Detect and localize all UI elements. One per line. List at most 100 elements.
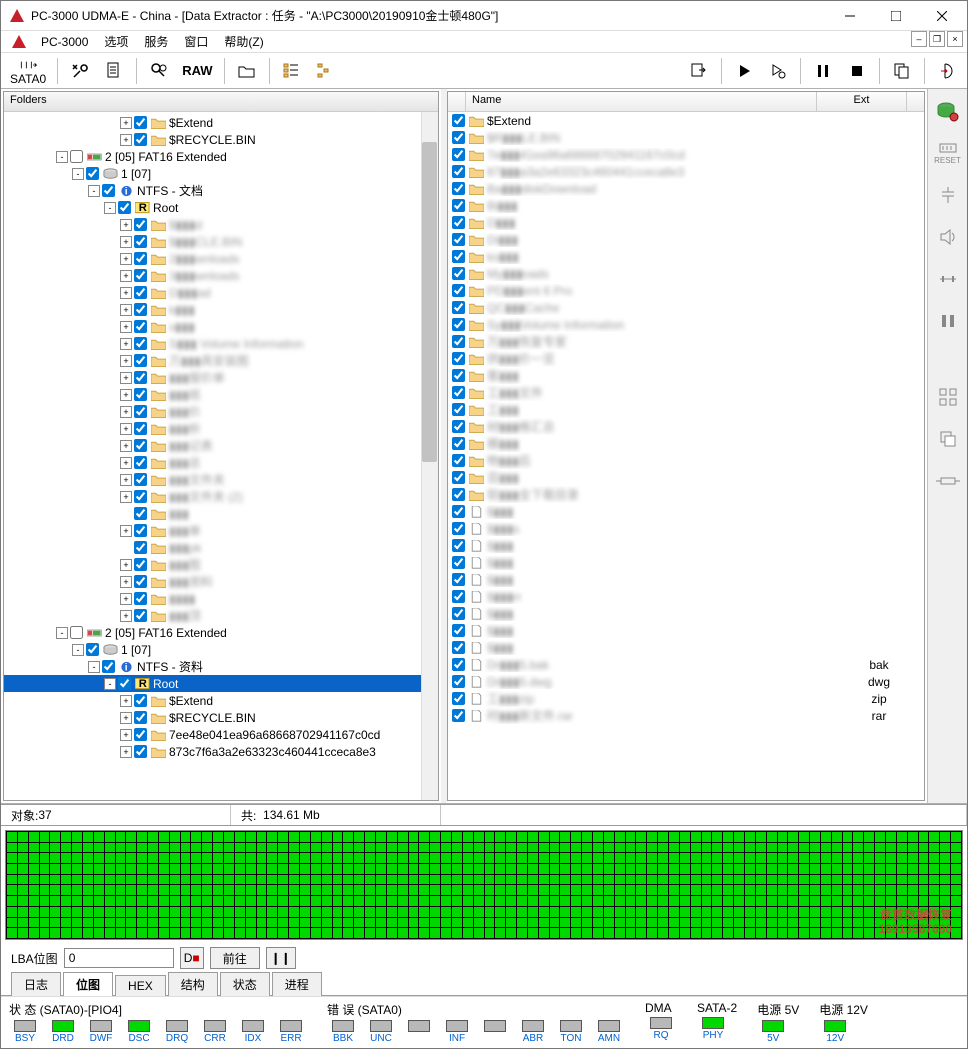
tree-row[interactable]: +873c7f6a3a2e63323c460441cceca8e3 (4, 743, 438, 760)
tree-row[interactable]: +$▮▮▮CLE.BIN (4, 233, 438, 250)
tree-toggle[interactable]: + (120, 134, 132, 146)
tree-checkbox[interactable] (134, 405, 147, 418)
tree-row[interactable]: -2 [05] FAT16 Extended (4, 624, 438, 641)
tree-row[interactable]: -2 [05] FAT16 Extended (4, 148, 438, 165)
export-button[interactable] (683, 56, 715, 86)
tree-row[interactable]: ▮▮▮ (4, 505, 438, 522)
tree-checkbox[interactable] (134, 490, 147, 503)
list-item[interactable]: $▮▮▮ (448, 554, 924, 571)
list-item[interactable]: 软▮▮▮全下载目录 (448, 486, 924, 503)
list-checkbox[interactable] (452, 199, 465, 212)
tree-row[interactable]: +$▮▮▮d (4, 216, 438, 233)
tree-checkbox[interactable] (134, 609, 147, 622)
list-checkbox[interactable] (452, 573, 465, 586)
list-item[interactable]: $R▮▮▮LE.BIN (448, 129, 924, 146)
tree-toggle[interactable]: + (120, 712, 132, 724)
list-item[interactable]: Dr▮▮▮5.bakbak (448, 656, 924, 673)
sata-port-button[interactable]: SATA0 (5, 56, 51, 86)
list-checkbox[interactable] (452, 488, 465, 501)
list-item[interactable]: Bi▮▮▮ (448, 197, 924, 214)
tree-row[interactable]: +▮▮▮文件夹 (4, 471, 438, 488)
list-item[interactable]: 客▮▮▮ (448, 367, 924, 384)
list-checkbox[interactable] (452, 658, 465, 671)
list-checkbox[interactable] (452, 522, 465, 535)
tree-checkbox[interactable] (134, 218, 147, 231)
tree-checkbox[interactable] (134, 745, 147, 758)
tree-toggle[interactable]: + (120, 236, 132, 248)
tree-row[interactable]: +7ee48e041ea96a68668702941167c0cd (4, 726, 438, 743)
list-checkbox[interactable] (452, 624, 465, 637)
tree-row[interactable]: +$RECYCLE.BIN (4, 709, 438, 726)
tree-checkbox[interactable] (134, 575, 147, 588)
list-checkbox[interactable] (452, 641, 465, 654)
list-checkbox[interactable] (452, 437, 465, 450)
maximize-button[interactable] (873, 1, 919, 31)
list-item[interactable]: $▮▮▮ (448, 503, 924, 520)
list-collapse-button[interactable] (276, 56, 308, 86)
tree-toggle[interactable]: - (56, 627, 68, 639)
tree-toggle[interactable]: + (120, 304, 132, 316)
list-checkbox[interactable] (452, 709, 465, 722)
list-item[interactable]: $▮▮▮ (448, 571, 924, 588)
list-item[interactable]: 模▮▮▮ (448, 435, 924, 452)
speaker-icon[interactable] (934, 223, 962, 251)
close-button[interactable] (919, 1, 965, 31)
tree-toggle[interactable]: + (120, 610, 132, 622)
tree-row[interactable]: +▮▮▮图 (4, 556, 438, 573)
list-checkbox[interactable] (452, 301, 465, 314)
tree-row[interactable]: +$RECYCLE.BIN (4, 131, 438, 148)
disk-tool-icon[interactable] (934, 97, 962, 125)
tree-toggle[interactable]: + (120, 219, 132, 231)
document-button[interactable] (98, 56, 130, 86)
file-list[interactable]: $Extend$R▮▮▮LE.BIN7e▮▮▮41ea96a6866870294… (448, 112, 924, 800)
tree-checkbox[interactable] (134, 269, 147, 282)
tree-toggle[interactable]: + (120, 321, 132, 333)
tree-checkbox[interactable] (134, 439, 147, 452)
tree-toggle[interactable]: - (56, 151, 68, 163)
tree-toggle[interactable]: + (120, 457, 132, 469)
list-item[interactable]: Sy▮▮▮Volume Information (448, 316, 924, 333)
list-checkbox[interactable] (452, 182, 465, 195)
list-checkbox[interactable] (452, 386, 465, 399)
tree-checkbox[interactable] (134, 524, 147, 537)
tree-checkbox[interactable] (134, 354, 147, 367)
tree-toggle[interactable]: + (120, 389, 132, 401)
tree-row[interactable]: +3▮▮▮wnloads (4, 267, 438, 284)
list-checkbox[interactable] (452, 590, 465, 603)
tree-row[interactable]: -RRoot (4, 675, 438, 692)
list-item[interactable]: QC▮▮▮Cache (448, 299, 924, 316)
list-item[interactable]: D▮▮▮ (448, 214, 924, 231)
mdi-close-button[interactable]: × (947, 31, 963, 47)
list-item[interactable]: 供▮▮▮价一览 (448, 350, 924, 367)
list-checkbox[interactable] (452, 607, 465, 620)
list-checkbox[interactable] (452, 267, 465, 280)
reset-icon[interactable]: RESET (934, 139, 962, 167)
list-checkbox[interactable] (452, 233, 465, 246)
play-button[interactable] (728, 56, 760, 86)
list-item[interactable]: 工▮▮▮zipzip (448, 690, 924, 707)
tree-row[interactable]: ▮▮▮pk (4, 539, 438, 556)
tree-toggle[interactable]: + (120, 729, 132, 741)
tree-checkbox[interactable] (134, 507, 147, 520)
tree-row[interactable]: +▮▮▮单 (4, 522, 438, 539)
tree-checkbox[interactable] (86, 643, 99, 656)
column-name[interactable]: Name (466, 92, 817, 111)
exit-button[interactable] (931, 56, 963, 86)
list-checkbox[interactable] (452, 335, 465, 348)
tree-checkbox[interactable] (134, 133, 147, 146)
menu-help[interactable]: 帮助(Z) (216, 31, 271, 52)
tree-row[interactable]: +▮▮▮资料 (4, 573, 438, 590)
tree-toggle[interactable]: + (120, 746, 132, 758)
list-checkbox[interactable] (452, 250, 465, 263)
tree-toggle[interactable]: + (120, 576, 132, 588)
list-checkbox[interactable] (452, 505, 465, 518)
list-item[interactable]: $▮▮▮ (448, 639, 924, 656)
stop-button[interactable] (841, 56, 873, 86)
list-item[interactable]: 87▮▮▮a3a2e63323c460441cceca8e3 (448, 163, 924, 180)
tree-row[interactable]: +$Extend (4, 114, 438, 131)
tree-row[interactable]: +万▮▮▮具安装图 (4, 352, 438, 369)
tree-checkbox[interactable] (134, 116, 147, 129)
tree-row[interactable]: +S▮▮▮ Volume Information (4, 335, 438, 352)
tree-row[interactable]: -iNTFS - 文档 (4, 182, 438, 199)
raw-button[interactable]: RAW (177, 56, 217, 86)
